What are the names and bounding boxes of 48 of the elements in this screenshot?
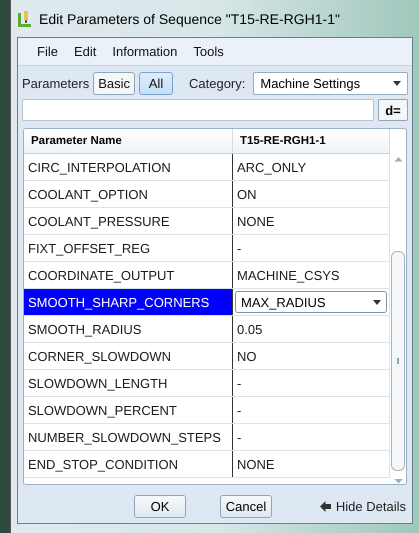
column-header[interactable]: Parameter Name <box>24 129 233 153</box>
value-cell[interactable]: ON <box>233 181 390 207</box>
arrow-icon <box>320 501 332 512</box>
menu-item[interactable]: Information <box>105 42 184 61</box>
value-cell[interactable]: NONE <box>233 208 390 234</box>
category-label: Category: <box>189 76 246 91</box>
value-cell[interactable]: MACHINE_CSYS <box>233 262 390 288</box>
value-cell[interactable]: 0.05 <box>233 316 390 342</box>
parameters-label: Parameters <box>22 76 90 91</box>
parameter-name-cell[interactable]: SLOWDOWN_PERCENT <box>24 397 233 423</box>
dialog-button[interactable]: Cancel <box>220 495 272 518</box>
window-title: Edit Parameters of Sequence "T15-RE-RGH1-1" <box>39 10 340 26</box>
category-dropdown[interactable]: Machine Settings <box>253 72 408 95</box>
parameter-name-cell[interactable]: SMOOTH_RADIUS <box>24 316 233 342</box>
formula-button[interactable]: d= <box>378 99 408 121</box>
mode-toggle[interactable]: Basic <box>93 72 135 95</box>
parameter-name-cell[interactable]: COOLANT_OPTION <box>24 181 233 207</box>
parameter-name-cell[interactable]: COORDINATE_OUTPUT <box>24 262 233 288</box>
parameter-name-cell[interactable]: SLOWDOWN_LENGTH <box>24 370 233 396</box>
search-field[interactable] <box>22 99 374 121</box>
value-cell[interactable]: - <box>233 424 390 450</box>
value-cell[interactable]: ARC_ONLY <box>233 154 390 180</box>
menu-item[interactable]: Edit <box>66 42 104 61</box>
caret-icon <box>393 81 401 86</box>
menu-item[interactable]: Tools <box>186 42 231 61</box>
caret-icon <box>373 300 381 304</box>
value-cell[interactable]: - <box>233 370 390 396</box>
app-icon <box>17 10 33 28</box>
menu-item[interactable]: File <box>30 42 65 61</box>
parameter-name-cell[interactable]: NUMBER_SLOWDOWN_STEPS <box>24 424 233 450</box>
dialog-button[interactable]: OK <box>134 495 186 518</box>
scrollbar-thumb[interactable] <box>391 250 405 472</box>
value-cell[interactable]: - <box>233 397 390 423</box>
parameter-name-cell[interactable]: END_STOP_CONDITION <box>24 451 233 477</box>
parameter-name-cell[interactable]: COOLANT_PRESSURE <box>24 208 233 234</box>
parameter-name-cell[interactable]: FIXT_OFFSET_REG <box>24 235 233 261</box>
value-dropdown[interactable]: MAX_RADIUS <box>235 291 387 313</box>
parameter-name-cell[interactable]: CIRC_INTERPOLATION <box>24 154 233 180</box>
mode-toggle[interactable]: All <box>139 72 173 95</box>
column-header[interactable]: T15-RE-RGH1-1 <box>233 129 390 153</box>
hide-details-link[interactable]: Hide Details <box>320 499 408 514</box>
value-cell[interactable]: - <box>233 235 390 261</box>
value-cell[interactable]: NO <box>233 343 390 369</box>
scroll-up-icon[interactable] <box>394 157 402 162</box>
value-cell[interactable]: NONE <box>233 451 390 477</box>
parameter-name-cell[interactable]: SMOOTH_SHARP_CORNERS <box>24 289 233 315</box>
parameter-name-cell[interactable]: CORNER_SLOWDOWN <box>24 343 233 369</box>
scroll-down-icon[interactable] <box>394 479 402 484</box>
